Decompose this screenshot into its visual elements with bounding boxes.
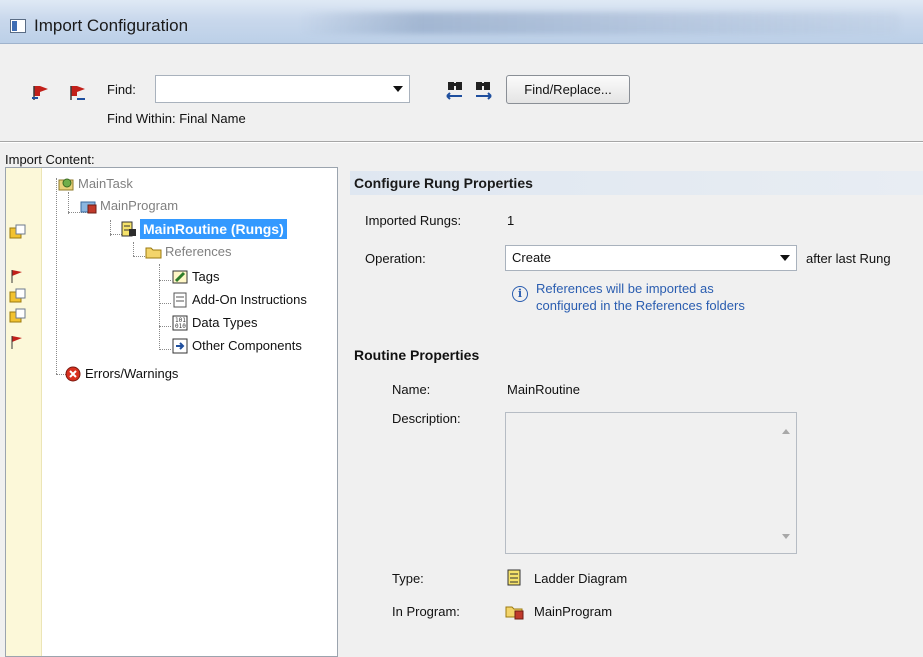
import-content-tree[interactable]: MainTask MainProgram MainRoutine (Rungs)… xyxy=(5,167,338,657)
tree-item-label: Data Types xyxy=(192,315,258,330)
description-field[interactable] xyxy=(505,412,797,554)
program-folder-icon xyxy=(80,201,97,214)
folder-pages-icon xyxy=(9,288,26,303)
type-label: Type: xyxy=(392,571,424,586)
scroll-up-icon[interactable] xyxy=(782,429,790,434)
operation-select[interactable]: Create xyxy=(505,245,797,271)
error-icon xyxy=(65,366,81,382)
chevron-down-icon[interactable] xyxy=(393,86,403,92)
tree-connector xyxy=(133,242,134,256)
program-folder-icon xyxy=(505,606,524,620)
name-value: MainRoutine xyxy=(507,382,580,397)
red-flag-icon xyxy=(11,270,22,283)
imported-rungs-label: Imported Rungs: xyxy=(365,213,462,228)
tree-item-label: Add-On Instructions xyxy=(192,292,307,307)
routine-icon xyxy=(121,221,136,237)
find-previous-icon[interactable] xyxy=(30,82,52,102)
tree-item-label: Errors/Warnings xyxy=(85,366,179,381)
type-value: Ladder Diagram xyxy=(534,571,628,586)
tree-item-label: References xyxy=(165,244,232,259)
svg-text:010: 010 xyxy=(175,323,186,330)
find-replace-button[interactable]: Find/Replace... xyxy=(506,75,630,104)
red-flag-icon xyxy=(11,336,22,349)
tree-connector xyxy=(159,326,171,327)
in-program-label: In Program: xyxy=(392,604,460,619)
find-within-label: Find Within: Final Name xyxy=(107,111,246,126)
find-down-binoculars-icon[interactable] xyxy=(472,78,496,100)
folder-pages-icon xyxy=(9,224,26,239)
tree-item-label: Tags xyxy=(192,269,220,284)
routine-properties-header: Routine Properties xyxy=(354,347,480,363)
rung-properties-header: Configure Rung Properties xyxy=(350,171,923,195)
info-icon: i xyxy=(512,286,528,302)
tags-icon xyxy=(172,270,188,284)
imported-rungs-value: 1 xyxy=(507,213,515,228)
in-program-value: MainProgram xyxy=(534,604,613,619)
operation-suffix: after last Rung xyxy=(806,251,891,266)
tree-connector xyxy=(68,192,69,214)
folder-pages-icon xyxy=(9,308,26,323)
task-folder-icon xyxy=(58,178,74,191)
tree-item-label: MainTask xyxy=(78,176,133,191)
data-types-icon: 101 010 xyxy=(172,315,188,331)
ladder-diagram-icon xyxy=(507,569,521,586)
operation-value: Create xyxy=(512,250,552,265)
tree-connector xyxy=(159,264,160,350)
other-components-icon xyxy=(172,338,188,354)
tree-connector xyxy=(159,280,171,281)
folder-icon xyxy=(145,247,162,259)
find-next-icon[interactable] xyxy=(67,82,89,102)
tree-item-label-selected: MainRoutine (Rungs) xyxy=(140,219,287,239)
title-bar: Import Configuration xyxy=(0,0,923,44)
properties-panel: Configure Rung Properties Imported Rungs… xyxy=(350,167,923,657)
window-icon xyxy=(10,19,26,33)
name-label: Name: xyxy=(392,382,431,397)
chevron-down-icon[interactable] xyxy=(780,255,790,261)
add-on-instruction-icon xyxy=(173,292,187,308)
tree-connector xyxy=(159,303,171,304)
info-line-1: References will be imported as xyxy=(536,281,714,296)
find-up-binoculars-icon[interactable] xyxy=(444,78,468,100)
import-content-label: Import Content: xyxy=(5,152,95,167)
separator-highlight xyxy=(0,142,923,143)
find-input[interactable] xyxy=(155,75,410,103)
description-label: Description: xyxy=(392,411,461,426)
tree-item-label: Other Components xyxy=(192,338,302,353)
operation-label: Operation: xyxy=(365,251,426,266)
scroll-down-icon[interactable] xyxy=(782,534,790,539)
references-info: References will be imported as configure… xyxy=(536,280,745,314)
tree-status-gutter xyxy=(6,168,42,656)
window-title: Import Configuration xyxy=(34,16,189,35)
tree-connector xyxy=(159,349,171,350)
info-line-2: configured in the References folders xyxy=(536,298,745,313)
find-label: Find: xyxy=(107,82,136,97)
tree-item-label: MainProgram xyxy=(100,198,179,213)
blurred-toolbar-background xyxy=(300,12,900,34)
tree-connector xyxy=(56,178,57,374)
